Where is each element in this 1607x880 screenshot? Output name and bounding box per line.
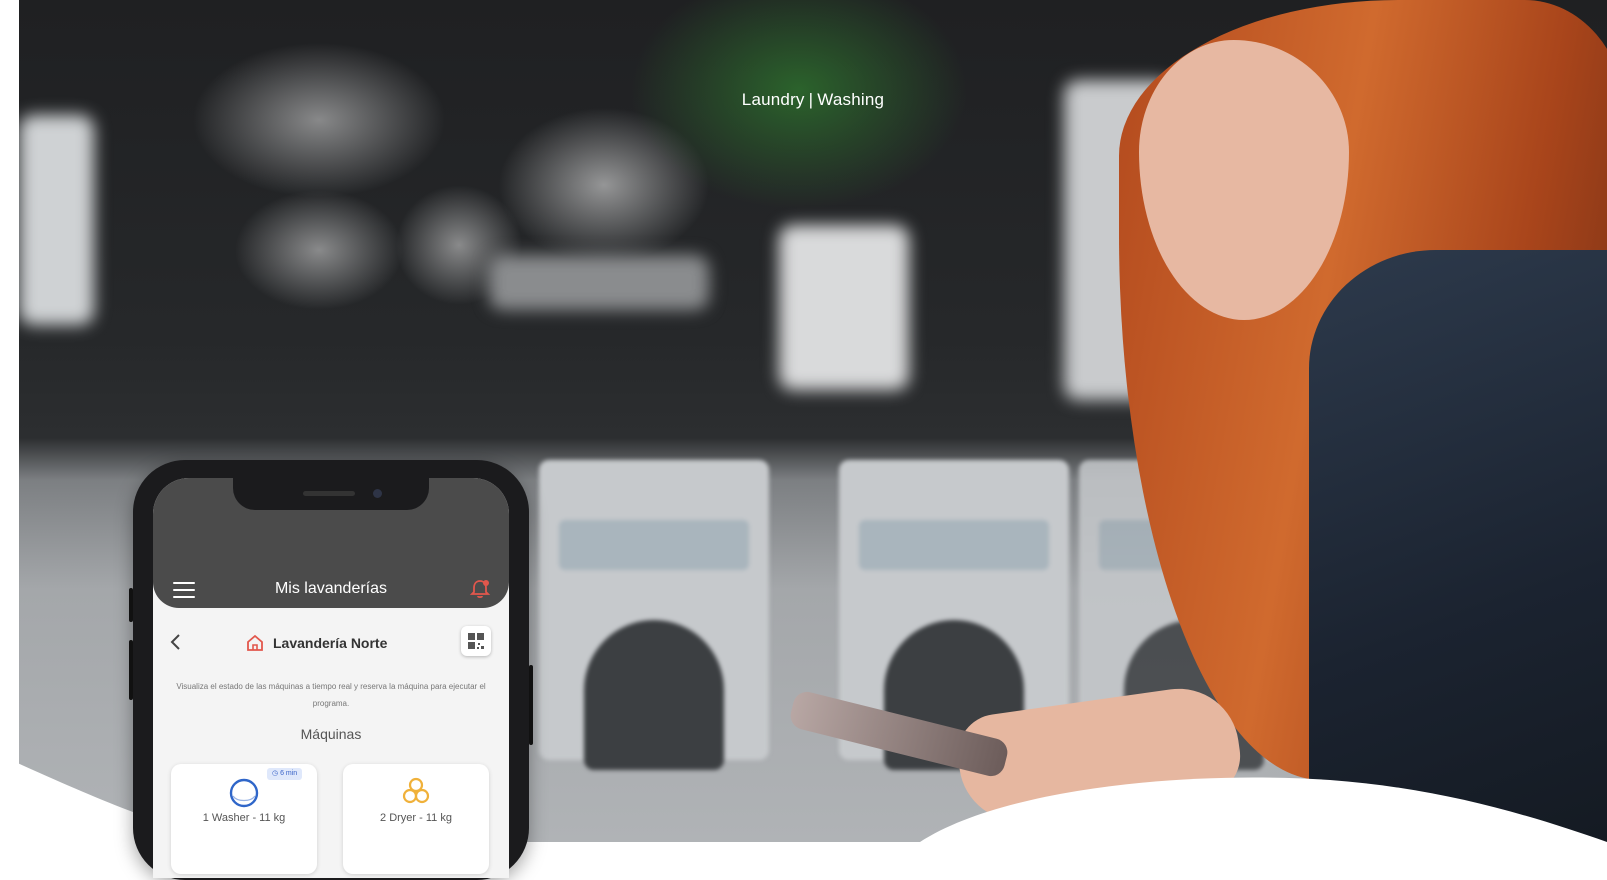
title-separator: | [808,90,814,109]
phone-screen: Mis lavanderías Lavandería Norte Visuali… [153,478,509,878]
phone-notch [233,478,429,510]
phone-side-button [129,588,133,622]
dryer-icon [402,777,430,804]
category-label: Laundry [741,90,805,109]
subcategory-label: Washing [817,90,885,109]
notification-bell-icon[interactable] [469,578,491,600]
time-remaining-badge: ◷ 6 min [267,768,303,780]
store-description: Visualiza el estado de las máquinas a ti… [176,682,486,708]
phone-side-button [529,665,533,745]
store-name: Lavandería Norte [273,635,388,651]
app-title: Mis lavanderías [274,580,388,597]
time-remaining-value: 6 min [280,770,298,777]
qr-code-icon[interactable] [461,626,491,656]
machines-heading: Máquinas [300,726,362,742]
background-shelf [489,255,709,310]
washer-icon [229,778,259,808]
store-header: Lavandería Norte [153,624,509,664]
page-title: Laundry | Washing [19,90,1607,110]
home-icon [247,634,263,651]
machine-card-dryer[interactable]: 2 Dryer - 11 kg [343,764,489,874]
back-arrow-icon[interactable] [167,632,185,652]
background-shelf-item [19,115,94,325]
machine-card-washer[interactable]: ◷ 6 min 1 Washer - 11 kg [171,764,317,874]
machine-label: 1 Washer - 11 kg [202,812,286,824]
machine-label: 2 Dryer - 11 kg [380,812,452,824]
phone-mockup: Mis lavanderías Lavandería Norte Visuali… [129,460,533,880]
background-jar [779,225,909,390]
phone-side-button [129,640,133,700]
